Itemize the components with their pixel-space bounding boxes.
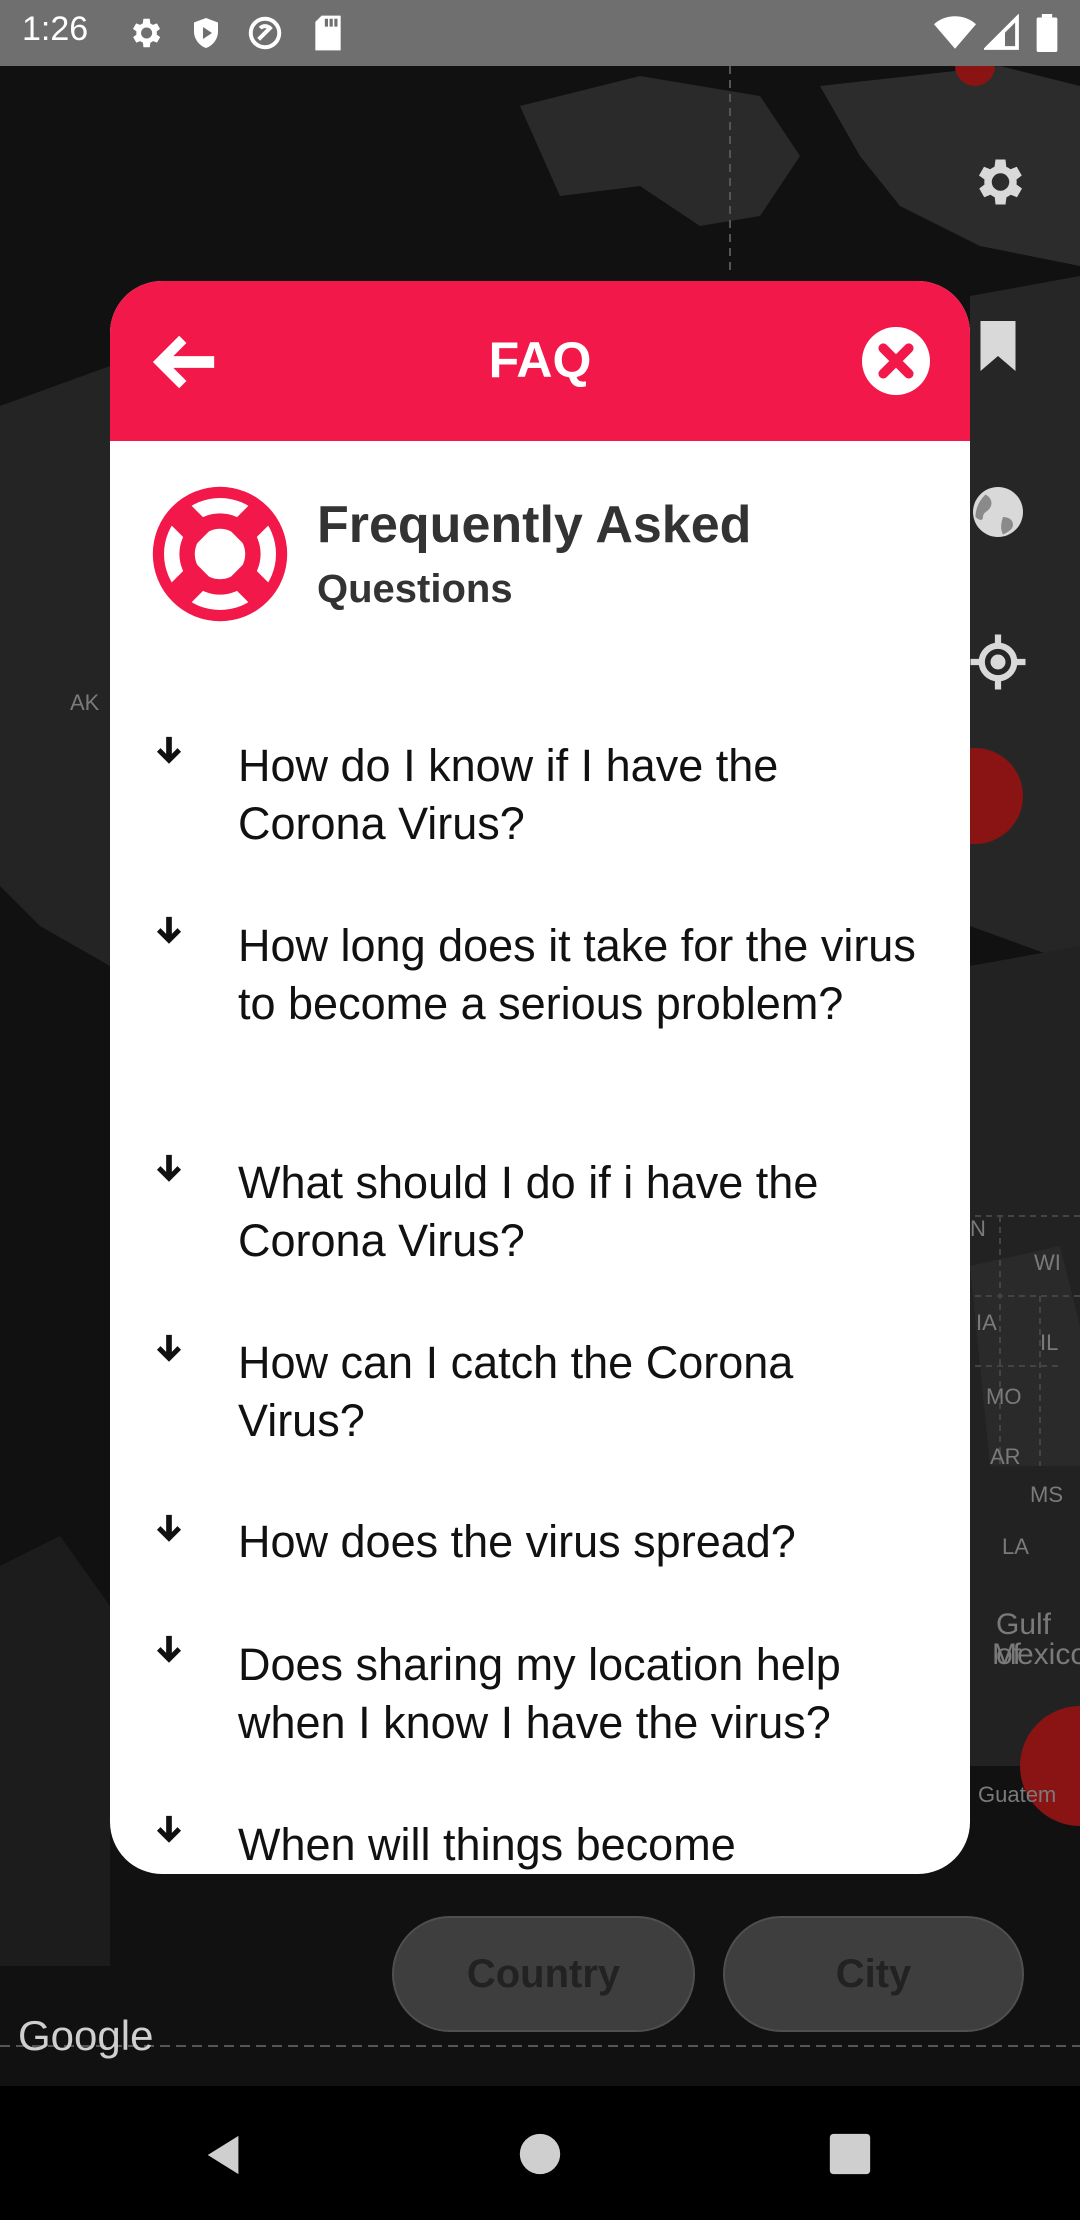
lifebuoy-icon (152, 486, 288, 622)
back-nav-icon[interactable] (202, 2132, 248, 2178)
map-label: AK (70, 690, 100, 715)
country-button[interactable]: Country (392, 1916, 695, 2032)
status-bar: 1:26 (0, 0, 1080, 66)
arrow-down-icon (156, 916, 182, 944)
dialog-header: FAQ (110, 281, 970, 441)
google-logo: Google (18, 2012, 154, 2059)
arrow-down-icon (156, 1514, 182, 1542)
faq-question-text: How do I know if I have the Corona Virus… (238, 740, 779, 849)
globe-icon[interactable] (968, 482, 1028, 542)
faq-subheading: Questions (317, 567, 513, 611)
faq-question-text: How long does it take for the virus to b… (238, 920, 916, 1029)
arrow-down-icon (156, 1635, 182, 1663)
arrow-down-icon (156, 1334, 182, 1362)
navigation-bar (0, 2086, 1080, 2220)
arrow-down-icon (156, 1154, 182, 1182)
close-icon[interactable] (862, 327, 930, 395)
dialog-title: FAQ (488, 332, 592, 388)
faq-question-text: Does sharing my location help when I kno… (238, 1639, 841, 1748)
settings-icon[interactable] (968, 152, 1028, 212)
shield-icon (194, 18, 218, 48)
map-label: WI (1034, 1250, 1061, 1275)
data-saver-icon (248, 16, 282, 50)
arrow-down-icon (156, 1815, 182, 1843)
cellular-icon (984, 14, 1019, 50)
arrow-down-icon (156, 736, 182, 764)
map-label: AR (990, 1444, 1021, 1469)
bookmark-icon[interactable] (968, 316, 1028, 376)
location-crosshair-icon[interactable] (968, 632, 1028, 692)
wifi-icon (934, 16, 976, 49)
map-label: Guatem (978, 1782, 1057, 1807)
map-label: Mexico (992, 1638, 1080, 1671)
faq-heading: Frequently Asked (317, 496, 752, 554)
faq-question-text: How can I catch the Corona Virus? (238, 1337, 794, 1446)
sd-card-icon (315, 15, 341, 51)
faq-dialog: FAQ Frequently Asked Questions How do I … (110, 281, 970, 1874)
faq-question-text: How does the virus spread? (238, 1516, 796, 1567)
faq-question-text: What should I do if i have the Corona Vi… (238, 1157, 819, 1266)
map-label: MS (1030, 1482, 1063, 1507)
map-label: IA (976, 1310, 997, 1335)
status-time: 1:26 (22, 10, 89, 48)
faq-question-text: When will things become (238, 1819, 736, 1870)
map-label: LA (1002, 1534, 1029, 1559)
city-button[interactable]: City (723, 1916, 1024, 2032)
map-label: N (970, 1216, 986, 1241)
battery-icon (1036, 14, 1058, 52)
map-label: IL (1040, 1330, 1059, 1355)
settings-icon (132, 18, 161, 48)
home-nav-icon[interactable] (518, 2132, 562, 2176)
map-label: MO (986, 1384, 1022, 1409)
recents-nav-icon[interactable] (828, 2132, 872, 2176)
